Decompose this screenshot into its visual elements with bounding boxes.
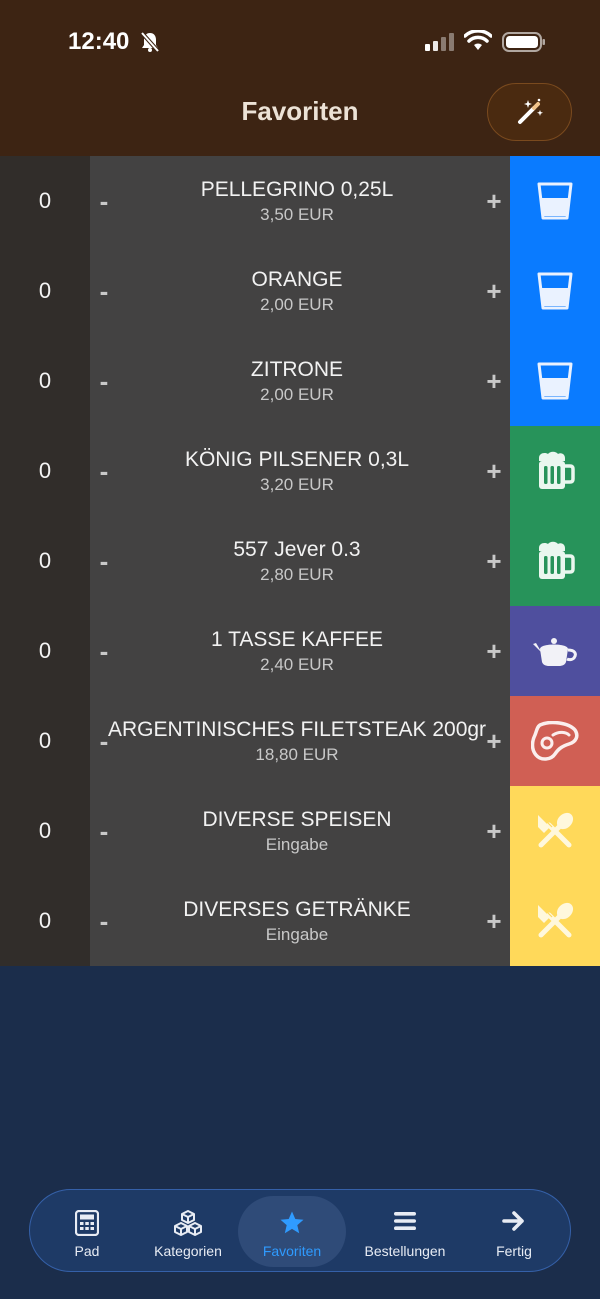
item-price: 3,20 EUR	[260, 475, 334, 494]
teapot-icon	[532, 634, 578, 668]
item-quantity: 0	[0, 516, 90, 606]
item-row[interactable]: 0 - DIVERSES GETRÄNKE Eingabe +	[0, 876, 600, 966]
item-main[interactable]: - ORANGE 2,00 EUR +	[90, 246, 510, 336]
item-quantity: 0	[0, 696, 90, 786]
increment-button[interactable]: +	[484, 186, 504, 217]
battery-icon	[502, 32, 545, 52]
item-row[interactable]: 0 - ARGENTINISCHES FILETSTEAK 200gr 18,8…	[0, 696, 600, 786]
item-main[interactable]: - ZITRONE 2,00 EUR +	[90, 336, 510, 426]
glass-icon	[535, 181, 575, 221]
item-row[interactable]: 0 - 557 Jever 0.3 2,80 EUR +	[0, 516, 600, 606]
item-price: 2,80 EUR	[260, 565, 334, 584]
item-price: 18,80 EUR	[255, 745, 339, 764]
glass-icon	[535, 361, 575, 401]
top-bar: 12:40 Favoriten	[0, 0, 600, 156]
star-icon	[238, 1210, 346, 1236]
item-quantity: 0	[0, 786, 90, 876]
item-price: 2,40 EUR	[260, 655, 334, 674]
item-name: KÖNIG PILSENER 0,3L	[184, 448, 410, 471]
item-row[interactable]: 0 - ZITRONE 2,00 EUR +	[0, 336, 600, 426]
utensils-icon	[533, 899, 577, 943]
magic-wand-icon	[517, 98, 543, 124]
item-quantity: 0	[0, 246, 90, 336]
category-badge[interactable]	[510, 696, 600, 786]
arrow-right-icon	[460, 1210, 568, 1236]
tab-label: Bestellungen	[364, 1243, 446, 1259]
item-name: DIVERSES GETRÄNKE	[183, 898, 411, 921]
item-name: 1 TASSE KAFFEE	[211, 628, 383, 651]
item-quantity: 0	[0, 336, 90, 426]
item-name: ARGENTINISCHES FILETSTEAK 200gr	[107, 718, 487, 741]
bell-slash-icon	[140, 31, 160, 53]
item-name: PELLEGRINO 0,25L	[200, 178, 394, 201]
tab-fertig[interactable]: Fertig	[460, 1196, 568, 1267]
increment-button[interactable]: +	[484, 816, 504, 847]
beer-mug-icon	[535, 541, 575, 581]
favorites-list: 0 - PELLEGRINO 0,25L 3,50 EUR + 0 - ORAN…	[0, 156, 600, 966]
increment-button[interactable]: +	[484, 456, 504, 487]
category-badge[interactable]	[510, 336, 600, 426]
item-main[interactable]: - PELLEGRINO 0,25L 3,50 EUR +	[90, 156, 510, 246]
item-name: DIVERSE SPEISEN	[202, 808, 392, 831]
beer-mug-icon	[535, 451, 575, 491]
item-price: Eingabe	[265, 835, 329, 854]
status-time: 12:40	[68, 28, 130, 55]
steak-icon	[531, 721, 579, 761]
category-badge[interactable]	[510, 246, 600, 336]
category-badge[interactable]	[510, 426, 600, 516]
item-quantity: 0	[0, 606, 90, 696]
tab-kategorien[interactable]: Kategorien	[134, 1196, 242, 1267]
magic-wand-button[interactable]	[487, 83, 572, 141]
tab-label: Pad	[74, 1243, 100, 1259]
item-main[interactable]: - ARGENTINISCHES FILETSTEAK 200gr 18,80 …	[90, 696, 510, 786]
item-name: ZITRONE	[250, 358, 344, 381]
item-quantity: 0	[0, 876, 90, 966]
tab-pad[interactable]: Pad	[33, 1196, 141, 1267]
category-badge[interactable]	[510, 786, 600, 876]
category-badge[interactable]	[510, 516, 600, 606]
item-row[interactable]: 0 - DIVERSE SPEISEN Eingabe +	[0, 786, 600, 876]
item-price: 2,00 EUR	[260, 385, 334, 404]
increment-button[interactable]: +	[484, 906, 504, 937]
item-quantity: 0	[0, 426, 90, 516]
item-quantity: 0	[0, 156, 90, 246]
cubes-icon	[134, 1210, 242, 1236]
item-row[interactable]: 0 - PELLEGRINO 0,25L 3,50 EUR +	[0, 156, 600, 246]
item-main[interactable]: - 1 TASSE KAFFEE 2,40 EUR +	[90, 606, 510, 696]
status-bar: 12:40	[0, 0, 600, 84]
item-name: 557 Jever 0.3	[233, 538, 361, 561]
wifi-icon	[464, 30, 492, 50]
category-badge[interactable]	[510, 156, 600, 246]
tab-label: Favoriten	[262, 1243, 322, 1259]
glass-icon	[535, 271, 575, 311]
calculator-icon	[33, 1210, 141, 1236]
increment-button[interactable]: +	[484, 546, 504, 577]
tab-favoriten[interactable]: Favoriten	[238, 1196, 346, 1267]
category-badge[interactable]	[510, 876, 600, 966]
increment-button[interactable]: +	[484, 726, 504, 757]
category-badge[interactable]	[510, 606, 600, 696]
item-main[interactable]: - DIVERSE SPEISEN Eingabe +	[90, 786, 510, 876]
item-main[interactable]: - 557 Jever 0.3 2,80 EUR +	[90, 516, 510, 606]
item-main[interactable]: - DIVERSES GETRÄNKE Eingabe +	[90, 876, 510, 966]
item-price: 3,50 EUR	[260, 205, 334, 224]
increment-button[interactable]: +	[484, 366, 504, 397]
item-price: 2,00 EUR	[260, 295, 334, 314]
item-main[interactable]: - KÖNIG PILSENER 0,3L 3,20 EUR +	[90, 426, 510, 516]
utensils-icon	[533, 809, 577, 853]
increment-button[interactable]: +	[484, 276, 504, 307]
item-row[interactable]: 0 - 1 TASSE KAFFEE 2,40 EUR +	[0, 606, 600, 696]
tab-bestellungen[interactable]: Bestellungen	[351, 1196, 459, 1267]
tab-bar: Pad Kategorien Favoriten Bestellungen Fe…	[29, 1189, 571, 1272]
list-icon	[351, 1210, 459, 1236]
item-price: Eingabe	[265, 925, 329, 944]
tab-label: Kategorien	[154, 1243, 222, 1259]
item-name: ORANGE	[251, 268, 343, 291]
tab-label: Fertig	[496, 1243, 532, 1259]
increment-button[interactable]: +	[484, 636, 504, 667]
item-row[interactable]: 0 - KÖNIG PILSENER 0,3L 3,20 EUR +	[0, 426, 600, 516]
cellular-signal-icon	[425, 33, 454, 51]
item-row[interactable]: 0 - ORANGE 2,00 EUR +	[0, 246, 600, 336]
